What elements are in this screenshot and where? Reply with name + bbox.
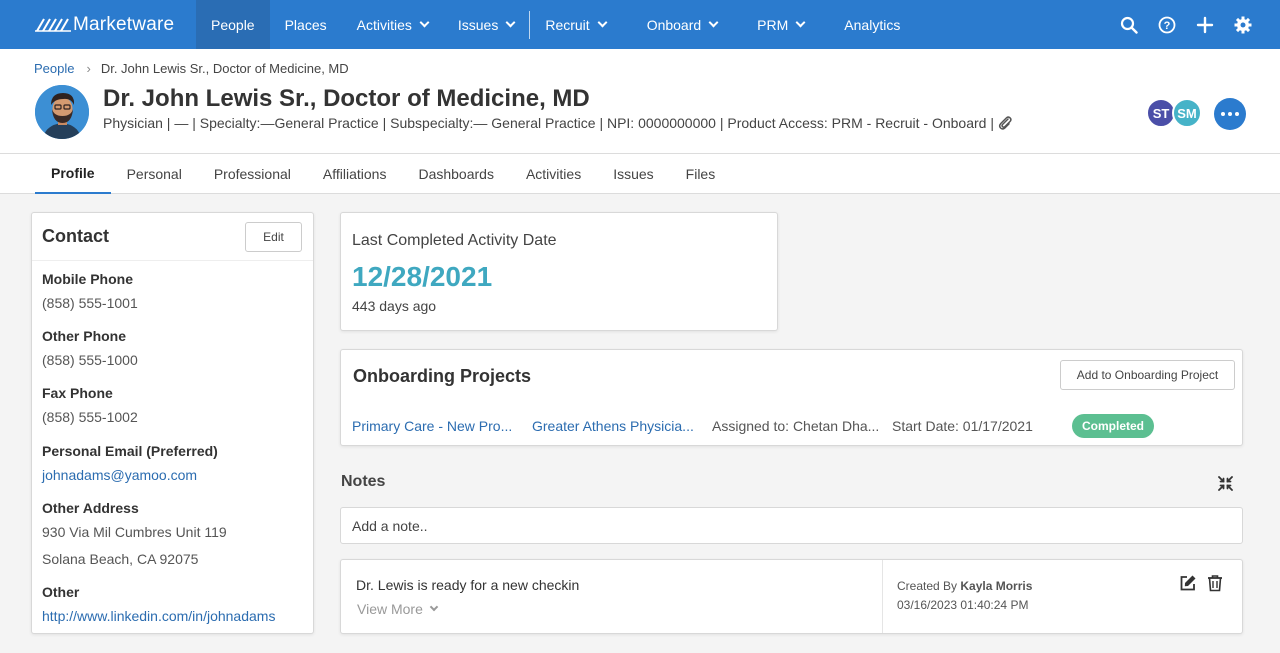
profile-subtitle: Physician | — | Specialty:—General Pract… [103, 115, 1012, 131]
trash-icon[interactable] [1206, 574, 1224, 592]
mobile-phone-value: (858) 555-1001 [42, 295, 138, 311]
chevron-down-icon [597, 17, 608, 28]
view-more-link[interactable]: View More [357, 601, 439, 617]
note-text: Dr. Lewis is ready for a new checkin [356, 577, 580, 593]
breadcrumb-people-link[interactable]: People [34, 61, 74, 76]
page-title: Dr. John Lewis Sr., Doctor of Medicine, … [103, 85, 590, 112]
last-activity-date: 12/28/2021 [352, 261, 493, 292]
nav-label: Issues [457, 16, 499, 33]
paperclip-icon[interactable] [998, 115, 1012, 131]
note-item: Dr. Lewis is ready for a new checkin Vie… [340, 559, 1243, 634]
more-actions-button[interactable] [1214, 98, 1246, 130]
profile-tabs: Profile Personal Professional Affiliatio… [0, 153, 1280, 194]
note-meta: Created By Kayla Morris 03/16/2023 01:40… [897, 577, 1032, 615]
logo[interactable]: Marketware [0, 0, 196, 49]
contact-title: Contact [42, 226, 109, 246]
tab-professional[interactable]: Professional [198, 154, 307, 194]
nav-label: PRM [757, 16, 789, 33]
address-line-1: 930 Via Mil Cumbres Unit 119 [42, 524, 227, 540]
view-more-label: View More [357, 601, 423, 617]
breadcrumb-current: Dr. John Lewis Sr., Doctor of Medicine, … [100, 61, 349, 76]
project-name-link[interactable]: Primary Care - New Pro... [352, 418, 532, 434]
nav-item-prm[interactable]: PRM [742, 0, 819, 49]
nav-label: Recruit [545, 16, 590, 33]
linkedin-link[interactable]: http://www.linkedin.com/in/johnadams [42, 608, 275, 624]
nav-item-activities[interactable]: Activities [342, 0, 443, 49]
status-badge: Completed [1072, 414, 1155, 438]
contact-card: Contact Edit Mobile Phone (858) 555-1001… [31, 212, 314, 634]
add-note-input[interactable] [340, 507, 1243, 544]
logo-text: Marketware [73, 13, 175, 35]
nav-item-issues[interactable]: Issues [443, 0, 529, 49]
nav-label: People [211, 16, 255, 33]
logo-mark-icon [35, 17, 71, 32]
nav-item-places[interactable]: Places [270, 0, 342, 49]
top-navigation-bar: Marketware People Places Activities Issu… [0, 0, 1280, 49]
nav-label: Activities [356, 16, 412, 33]
plus-icon[interactable] [1196, 16, 1214, 34]
mobile-phone-label: Mobile Phone [42, 271, 133, 287]
other-label: Other [42, 584, 80, 600]
chevron-down-icon [429, 602, 439, 612]
tab-dashboards[interactable]: Dashboards [402, 154, 510, 194]
onboarding-projects-card: Onboarding Projects Add to Onboarding Pr… [340, 349, 1243, 446]
profile-summary: Physician | — | Specialty:—General Pract… [103, 115, 994, 131]
avatar [35, 85, 89, 139]
chevron-down-icon [419, 17, 430, 28]
breadcrumb-separator: › [86, 61, 91, 76]
project-assignee: Assigned to: Chetan Dha... [712, 418, 880, 434]
address-line-2: Solana Beach, CA 92075 [42, 551, 199, 567]
nav-item-people[interactable]: People [196, 0, 270, 49]
email-link[interactable]: johnadams@yamoo.com [42, 467, 197, 483]
note-divider [882, 560, 883, 633]
chevron-down-icon [505, 17, 516, 28]
tab-files[interactable]: Files [670, 154, 732, 194]
help-icon[interactable]: ? [1158, 16, 1176, 34]
nav-item-recruit[interactable]: Recruit [530, 0, 620, 49]
nav-item-onboard[interactable]: Onboard [631, 0, 732, 49]
nav-item-analytics[interactable]: Analytics [829, 0, 915, 49]
collapse-icon[interactable] [1218, 476, 1233, 491]
project-organization-link[interactable]: Greater Athens Physicia... [532, 418, 712, 434]
gear-icon[interactable] [1234, 16, 1252, 34]
address-label: Other Address [42, 500, 139, 516]
fax-phone-label: Fax Phone [42, 385, 113, 401]
project-start-date: Start Date: 01/17/2021 [892, 418, 1033, 434]
nav-label: Onboard [646, 16, 702, 33]
other-phone-value: (858) 555-1000 [42, 352, 138, 368]
edit-icon[interactable] [1179, 574, 1197, 592]
nav-label: Places [284, 16, 327, 33]
last-activity-label: Last Completed Activity Date [352, 232, 557, 249]
assignee-initials: SM [1177, 105, 1197, 121]
chevron-down-icon [708, 17, 719, 28]
last-activity-card: Last Completed Activity Date 12/28/2021 … [340, 212, 778, 331]
tab-profile[interactable]: Profile [35, 154, 111, 194]
onboarding-project-row: Primary Care - New Pro... Greater Athens… [352, 414, 1155, 438]
last-activity-ago: 443 days ago [352, 298, 437, 314]
assignee-initials: ST [1152, 105, 1170, 121]
onboarding-title: Onboarding Projects [353, 366, 532, 386]
fax-phone-value: (858) 555-1002 [42, 409, 138, 425]
chevron-down-icon [795, 17, 806, 28]
created-by-label: Created By [897, 579, 958, 593]
note-timestamp: 03/16/2023 01:40:24 PM [897, 598, 1029, 612]
profile-header: People › Dr. John Lewis Sr., Doctor of M… [0, 49, 1280, 153]
tab-affiliations[interactable]: Affiliations [307, 154, 403, 194]
nav-label: Analytics [844, 16, 901, 33]
note-author: Kayla Morris [960, 579, 1033, 593]
email-label: Personal Email (Preferred) [42, 443, 218, 459]
breadcrumb: People › Dr. John Lewis Sr., Doctor of M… [34, 61, 349, 76]
assignee-avatar-sm[interactable]: SM [1172, 98, 1202, 128]
other-phone-label: Other Phone [42, 328, 127, 344]
add-to-onboarding-project-button[interactable]: Add to Onboarding Project [1060, 360, 1235, 390]
tab-issues[interactable]: Issues [597, 154, 669, 194]
edit-contact-button[interactable]: Edit [245, 221, 302, 252]
svg-text:?: ? [1164, 20, 1171, 32]
search-icon[interactable] [1120, 16, 1138, 34]
notes-title: Notes [341, 473, 386, 490]
tab-personal[interactable]: Personal [111, 154, 198, 194]
tab-activities[interactable]: Activities [510, 154, 597, 194]
